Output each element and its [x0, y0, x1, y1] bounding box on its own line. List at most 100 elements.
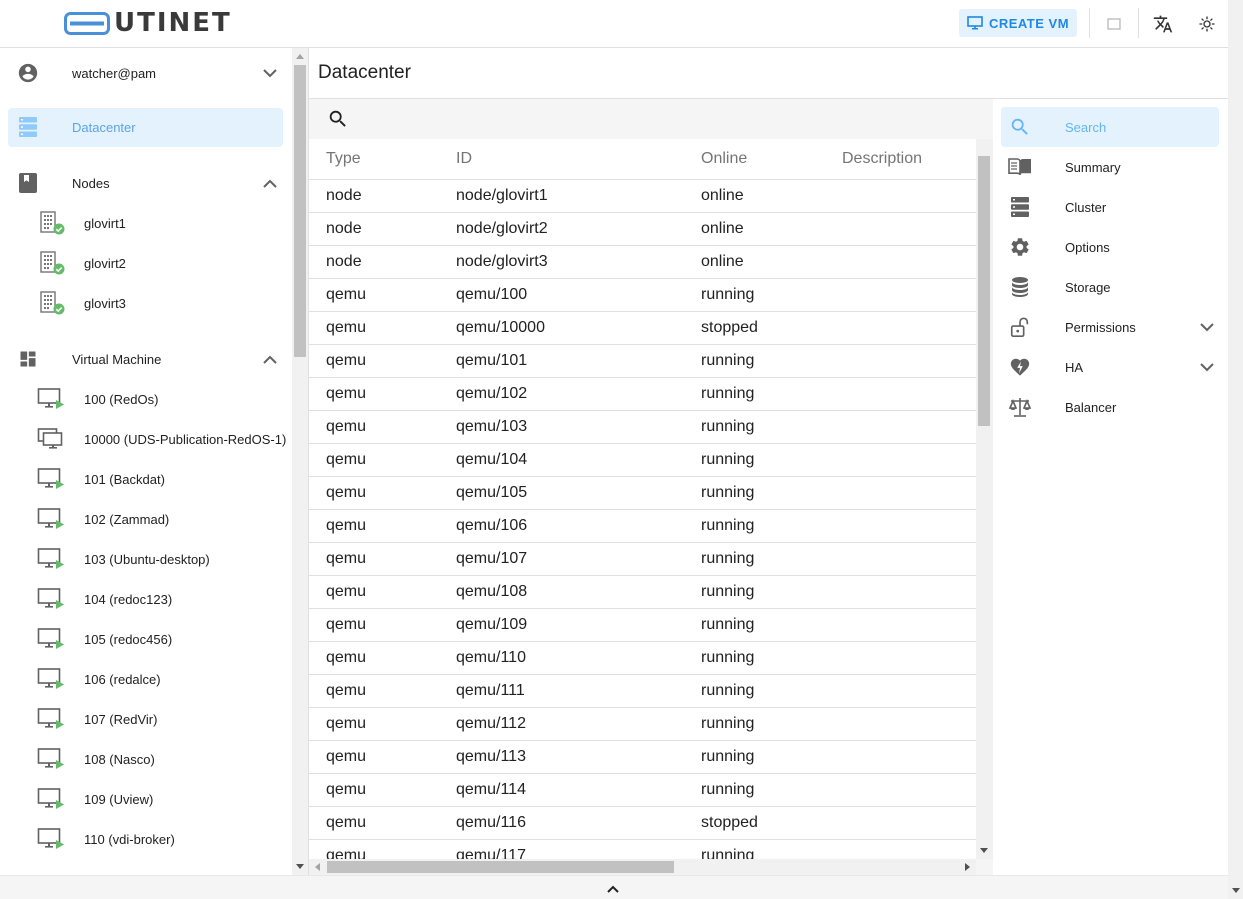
app-logo[interactable]: UTINET	[64, 10, 232, 36]
cell-type: qemu	[326, 781, 367, 798]
sidebar-vm-item[interactable]: 109 (Uview)	[0, 779, 292, 819]
cell-id: qemu/116	[456, 814, 526, 831]
menu-item-label: Cluster	[1065, 199, 1107, 215]
cell-type: qemu	[326, 649, 367, 666]
sidebar-vm-item[interactable]: 106 (redalce)	[0, 659, 292, 699]
language-button[interactable]	[1151, 12, 1175, 36]
chevron-down-icon[interactable]	[260, 63, 280, 83]
scrollbar-thumb[interactable]	[978, 156, 990, 426]
cell-type: qemu	[326, 847, 367, 859]
table-row[interactable]: qemu qemu/105 running	[309, 477, 976, 510]
menu-item-summary[interactable]: Summary	[993, 147, 1228, 187]
cell-id: qemu/106	[456, 517, 528, 534]
table-row[interactable]: qemu qemu/100 running	[309, 279, 976, 312]
table-vertical-scrollbar[interactable]	[976, 139, 993, 859]
chevron-up-icon[interactable]	[260, 349, 280, 369]
table-row[interactable]: qemu qemu/117 running	[309, 840, 976, 859]
scroll-up-arrow[interactable]	[296, 54, 304, 59]
menu-item-options[interactable]: Options	[993, 227, 1228, 267]
table-row[interactable]: qemu qemu/114 running	[309, 774, 976, 807]
sidebar-vm-item[interactable]: 10000 (UDS-Publication-RedOS-1)	[0, 419, 292, 459]
table-row[interactable]: qemu qemu/113 running	[309, 741, 976, 774]
cell-type: qemu	[326, 286, 367, 303]
column-header-online[interactable]: Online	[701, 139, 747, 179]
table-row[interactable]: qemu qemu/103 running	[309, 411, 976, 444]
vm-label: 100 (RedOs)	[84, 391, 159, 407]
theme-toggle-button[interactable]	[1195, 12, 1219, 36]
sidebar-scrollbar[interactable]	[292, 48, 308, 875]
scroll-left-arrow[interactable]	[315, 863, 320, 871]
menu-item-label: HA	[1065, 359, 1084, 375]
table-row[interactable]: qemu qemu/116 stopped	[309, 807, 976, 840]
table-horizontal-scrollbar[interactable]	[309, 859, 976, 875]
table-row[interactable]: qemu qemu/110 running	[309, 642, 976, 675]
table-row[interactable]: qemu qemu/108 running	[309, 576, 976, 609]
vm-label: 103 (Ubuntu-desktop)	[84, 551, 210, 567]
sidebar-vm-item[interactable]: 108 (Nasco)	[0, 739, 292, 779]
vm-label: 108 (Nasco)	[84, 751, 155, 767]
cell-online: running	[701, 715, 755, 732]
sidebar-vm-item[interactable]: 104 (redoc123)	[0, 579, 292, 619]
monitor-icon	[967, 16, 983, 30]
sidebar-vm-item[interactable]: 100 (RedOs)	[0, 379, 292, 419]
sidebar-vm-item[interactable]: 107 (RedVir)	[0, 699, 292, 739]
menu-item-permissions[interactable]: Permissions	[993, 307, 1228, 347]
scroll-down-arrow[interactable]	[1232, 888, 1240, 893]
search-icon	[1008, 115, 1032, 139]
table-row[interactable]: qemu qemu/107 running	[309, 543, 976, 576]
sidebar-item-datacenter[interactable]: Datacenter	[0, 107, 292, 147]
sidebar-vm-item[interactable]: 103 (Ubuntu-desktop)	[0, 539, 292, 579]
chevron-down-icon[interactable]	[1197, 317, 1217, 337]
sidebar-group-virtual-machine[interactable]: Virtual Machine	[0, 339, 292, 379]
sidebar-vm-item[interactable]: 102 (Zammad)	[0, 499, 292, 539]
table-row[interactable]: node node/glovirt1 online	[309, 180, 976, 213]
table-row[interactable]: node node/glovirt2 online	[309, 213, 976, 246]
vm-running-icon	[37, 547, 67, 571]
scrollbar-thumb[interactable]	[327, 861, 674, 873]
task-log-footer	[0, 875, 1228, 899]
expand-task-log-button[interactable]	[604, 882, 622, 896]
bookmark-book-icon	[16, 171, 40, 195]
sidebar-node-item[interactable]: glovirt3	[0, 283, 292, 323]
chevron-down-icon[interactable]	[1197, 357, 1217, 377]
menu-item-search[interactable]: Search	[993, 107, 1228, 147]
sidebar-group-nodes[interactable]: Nodes	[0, 163, 292, 203]
table-row[interactable]: qemu qemu/104 running	[309, 444, 976, 477]
table-row[interactable]: qemu qemu/106 running	[309, 510, 976, 543]
user-name: watcher@pam	[72, 65, 157, 81]
vm-label: 105 (redoc456)	[84, 631, 173, 647]
menu-item-balancer[interactable]: Balancer	[993, 387, 1228, 427]
sidebar-node-item[interactable]: glovirt1	[0, 203, 292, 243]
cell-online: running	[701, 616, 755, 633]
sidebar-vm-item[interactable]: 101 (Backdat)	[0, 459, 292, 499]
vm-running-icon	[37, 387, 67, 411]
user-menu[interactable]: watcher@pam	[0, 53, 292, 93]
scrollbar-thumb[interactable]	[294, 65, 306, 357]
scroll-down-arrow[interactable]	[980, 848, 988, 853]
table-row[interactable]: qemu qemu/101 running	[309, 345, 976, 378]
chevron-up-icon[interactable]	[260, 173, 280, 193]
window-toggle-button[interactable]	[1102, 12, 1126, 36]
vm-label: 106 (redalce)	[84, 671, 161, 687]
sidebar-vm-item[interactable]: 110 (vdi-broker)	[0, 819, 292, 859]
menu-item-ha[interactable]: HA	[993, 347, 1228, 387]
table-row[interactable]: qemu qemu/112 running	[309, 708, 976, 741]
table-row[interactable]: qemu qemu/109 running	[309, 609, 976, 642]
create-vm-button[interactable]: CREATE VM	[959, 9, 1077, 37]
table-row[interactable]: qemu qemu/111 running	[309, 675, 976, 708]
column-header-id[interactable]: ID	[456, 139, 472, 179]
table-row[interactable]: qemu qemu/102 running	[309, 378, 976, 411]
scroll-down-arrow[interactable]	[296, 864, 304, 869]
menu-item-storage[interactable]: Storage	[993, 267, 1228, 307]
cell-id: qemu/102	[456, 385, 528, 402]
table-row[interactable]: node node/glovirt3 online	[309, 246, 976, 279]
column-header-description[interactable]: Description	[842, 139, 922, 179]
table-row[interactable]: qemu qemu/10000 stopped	[309, 312, 976, 345]
scroll-right-arrow[interactable]	[965, 863, 970, 871]
grid-search-button[interactable]	[327, 108, 349, 130]
column-header-type[interactable]: Type	[326, 139, 361, 179]
sidebar-node-item[interactable]: glovirt2	[0, 243, 292, 283]
sidebar-vm-item[interactable]: 105 (redoc456)	[0, 619, 292, 659]
page-scrollbar[interactable]	[1228, 0, 1243, 899]
menu-item-cluster[interactable]: Cluster	[993, 187, 1228, 227]
